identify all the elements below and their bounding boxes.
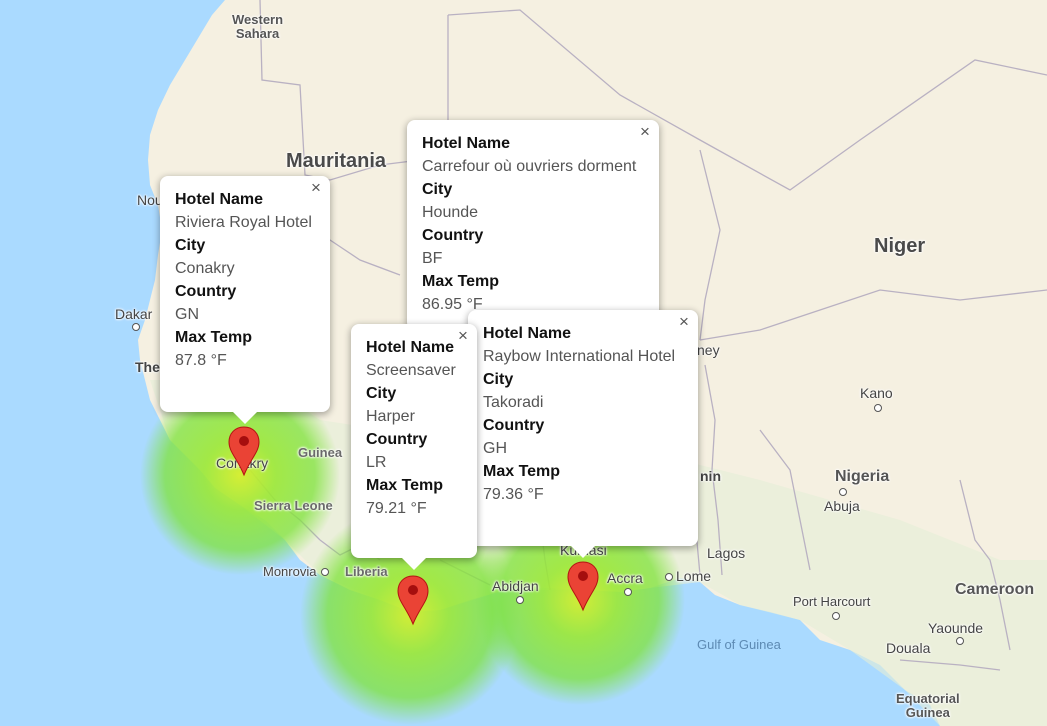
info-key: Max Temp (175, 329, 253, 346)
label-niger: Niger (874, 235, 926, 257)
info-key: Country (483, 417, 545, 434)
dot-port-harcourt (832, 612, 840, 620)
dot-abuja (839, 488, 847, 496)
dot-lome (665, 573, 673, 581)
dot-accra (624, 588, 632, 596)
info-key: Max Temp (483, 463, 561, 480)
label-mauritania: Mauritania (286, 150, 387, 172)
label-lagos: Lagos (707, 545, 746, 561)
close-icon[interactable]: × (308, 179, 324, 196)
close-icon[interactable]: × (676, 313, 692, 330)
info-key: City (483, 371, 514, 388)
info-value: BF (422, 250, 443, 267)
info-value: Conakry (175, 260, 235, 277)
label-dakar: Dakar (115, 306, 153, 322)
info-key: Country (366, 431, 428, 448)
map-marker-harper[interactable] (397, 574, 429, 626)
info-window-harper: × Hotel Name Screensaver City Harper Cou… (351, 324, 477, 570)
info-key: Max Temp (366, 477, 444, 494)
info-window-hounde: × Hotel Name Carrefour où ouvriers dorme… (407, 120, 659, 342)
dot-abidjan (516, 596, 524, 604)
info-value: LR (366, 454, 387, 471)
dot-dakar (132, 323, 140, 331)
info-value: Raybow International Hotel (483, 348, 676, 365)
info-key: Hotel Name (366, 339, 455, 356)
info-value: Takoradi (483, 394, 544, 411)
info-value: Screensaver (366, 362, 456, 379)
close-icon[interactable]: × (455, 327, 471, 344)
info-window-conakry: × Hotel Name Riviera Royal Hotel City Co… (160, 176, 330, 424)
info-value: 87.8 °F (175, 352, 227, 369)
dot-monrovia (321, 568, 329, 576)
label-yaounde: Yaounde (928, 620, 984, 636)
dot-yaounde (956, 637, 964, 645)
label-abidjan: Abidjan (492, 578, 539, 594)
info-key: City (366, 385, 397, 402)
label-accra: Accra (607, 570, 643, 586)
close-icon[interactable]: × (637, 123, 653, 140)
label-liberia: Liberia (345, 564, 388, 579)
label-lome: Lome (676, 568, 712, 584)
info-key: Hotel Name (422, 135, 511, 152)
label-benin-fragment: nin (700, 468, 721, 484)
label-niamey-fragment: ney (697, 342, 720, 358)
info-key: City (175, 237, 206, 254)
label-cameroon: Cameroon (955, 581, 1035, 598)
info-key: Hotel Name (175, 191, 264, 208)
info-value: Carrefour où ouvriers dorment (422, 158, 637, 175)
info-value: 79.36 °F (483, 486, 544, 503)
info-key: City (422, 181, 453, 198)
info-key: Country (175, 283, 237, 300)
label-gulf-of-guinea: Gulf of Guinea (697, 637, 781, 652)
label-the: The (135, 359, 160, 375)
label-abuja: Abuja (824, 498, 860, 514)
info-key: Max Temp (422, 273, 500, 290)
info-value: Riviera Royal Hotel (175, 214, 312, 231)
label-nigeria: Nigeria (835, 468, 890, 485)
map-marker-takoradi[interactable] (567, 560, 599, 612)
label-monrovia: Monrovia (263, 564, 317, 579)
info-value: Hounde (422, 204, 479, 221)
info-window-takoradi: × Hotel Name Raybow International Hotel … (468, 310, 698, 558)
label-guinea: Guinea (298, 445, 343, 460)
info-value: GH (483, 440, 507, 457)
info-value: Harper (366, 408, 415, 425)
label-sierra-leone: Sierra Leone (254, 498, 333, 513)
label-nou: Nou (137, 192, 163, 208)
map-marker-conakry[interactable] (228, 425, 260, 477)
info-value: GN (175, 306, 199, 323)
info-value: 79.21 °F (366, 500, 427, 517)
info-key: Hotel Name (483, 325, 572, 342)
label-kano: Kano (860, 385, 893, 401)
info-key: Country (422, 227, 484, 244)
label-port-harcourt: Port Harcourt (793, 594, 871, 609)
label-equatorial-guinea: Equatorial Guinea (896, 691, 960, 720)
label-douala: Douala (886, 640, 931, 656)
label-western-sahara: Western Sahara (232, 12, 284, 41)
dot-kano (874, 404, 882, 412)
